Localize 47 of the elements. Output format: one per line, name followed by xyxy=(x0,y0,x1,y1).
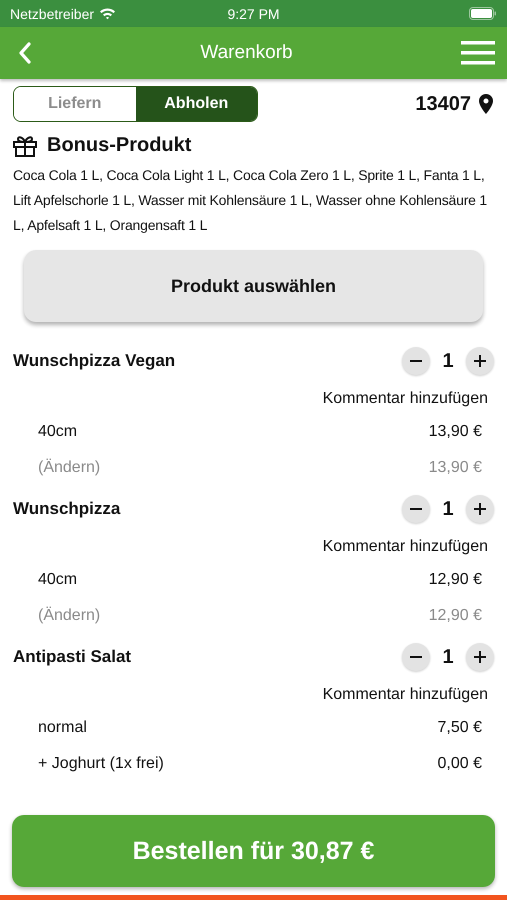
quantity: 1 xyxy=(441,498,455,520)
plus-icon xyxy=(474,503,486,515)
item-name: Wunschpizza xyxy=(13,499,120,519)
add-comment-link[interactable]: Kommentar hinzufügen xyxy=(322,532,488,562)
menu-button[interactable] xyxy=(461,41,495,65)
bonus-description: Coca Cola 1 L, Coca Cola Light 1 L, Coca Cola Zero 1 L, Sprite 1 L, Fanta 1 L, Lift Apfelschorle 1 L, Wasser mit Kohlensäure 1 L, Wasser ohne Kohlensäure 1 L, Apfelsaft 1 L, Orangensaft 1 L xyxy=(13,166,488,235)
menu-icon xyxy=(461,41,495,65)
plus-icon xyxy=(474,651,486,663)
minus-icon xyxy=(410,508,422,510)
carrier-name: Netzbetreiber xyxy=(10,6,94,22)
gift-icon xyxy=(13,134,37,156)
screen-title: Warenkorb xyxy=(200,42,293,64)
clock-time: 9:27 PM xyxy=(227,6,280,22)
increase-button[interactable] xyxy=(466,643,494,671)
decrease-button[interactable] xyxy=(402,643,430,671)
mode-tab[interactable]: Abholen xyxy=(136,87,257,121)
minus-icon xyxy=(410,360,422,362)
price: 13,90 € xyxy=(428,423,482,441)
plus-icon xyxy=(474,355,486,367)
increase-button[interactable] xyxy=(466,347,494,375)
item-name: Wunschpizza Vegan xyxy=(13,351,176,371)
price: 12,90 € xyxy=(428,607,482,625)
back-icon xyxy=(18,42,32,64)
postal-code: 13407 xyxy=(415,92,471,116)
wifi-icon xyxy=(99,7,116,20)
back-button[interactable] xyxy=(18,42,32,64)
location-pin-icon xyxy=(479,94,493,114)
increase-button[interactable] xyxy=(466,495,494,523)
option-label: 40cm xyxy=(38,423,78,441)
price: 0,00 € xyxy=(438,755,482,773)
item-name: Antipasti Salat xyxy=(13,647,132,667)
decrease-button[interactable] xyxy=(402,347,430,375)
option-label: 40cm xyxy=(38,571,78,589)
battery-icon xyxy=(469,7,498,20)
add-comment-link[interactable]: Kommentar hinzufügen xyxy=(322,384,488,414)
decrease-button[interactable] xyxy=(402,495,430,523)
quantity: 1 xyxy=(441,350,455,372)
quantity: 1 xyxy=(441,646,455,668)
price: 12,90 € xyxy=(428,571,482,589)
bonus-title: Bonus-Produkt xyxy=(47,134,192,157)
select-product-button[interactable]: Produkt auswählen xyxy=(24,250,483,322)
add-comment-link[interactable]: Kommentar hinzufügen xyxy=(322,680,488,710)
minus-icon xyxy=(410,656,422,658)
price: 7,50 € xyxy=(438,719,482,737)
option-label: normal xyxy=(38,719,87,737)
option-label: + Joghurt (1x frei) xyxy=(38,755,164,773)
price: 13,90 € xyxy=(428,459,482,477)
